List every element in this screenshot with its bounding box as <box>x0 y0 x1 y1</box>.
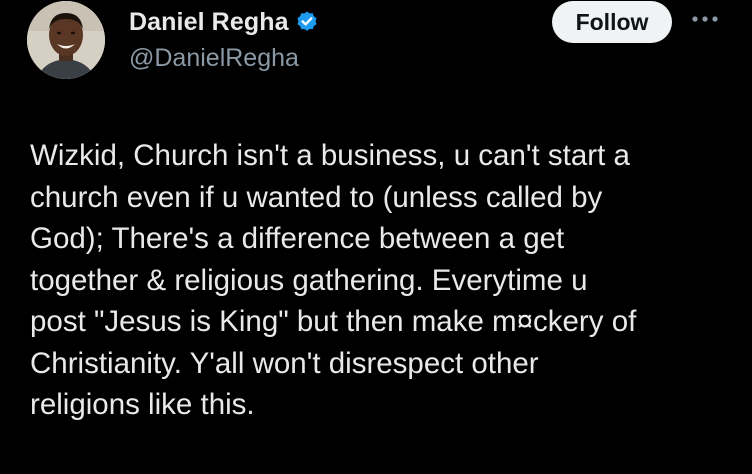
avatar-image <box>27 1 105 79</box>
author-handle[interactable]: @DanielRegha <box>129 44 299 73</box>
author-name-row: Daniel Regha <box>129 6 319 38</box>
tweet-card: Daniel Regha @DanielRegha Follow Wizkid,… <box>0 0 752 474</box>
follow-button[interactable]: Follow <box>552 1 672 43</box>
tweet-text: Wizkid, Church isn't a business, u can't… <box>30 139 637 421</box>
avatar[interactable] <box>27 1 105 79</box>
verified-badge-icon <box>295 10 319 34</box>
more-horizontal-icon <box>692 16 718 22</box>
author-display-name[interactable]: Daniel Regha <box>129 8 289 37</box>
more-options-button[interactable] <box>688 8 722 30</box>
